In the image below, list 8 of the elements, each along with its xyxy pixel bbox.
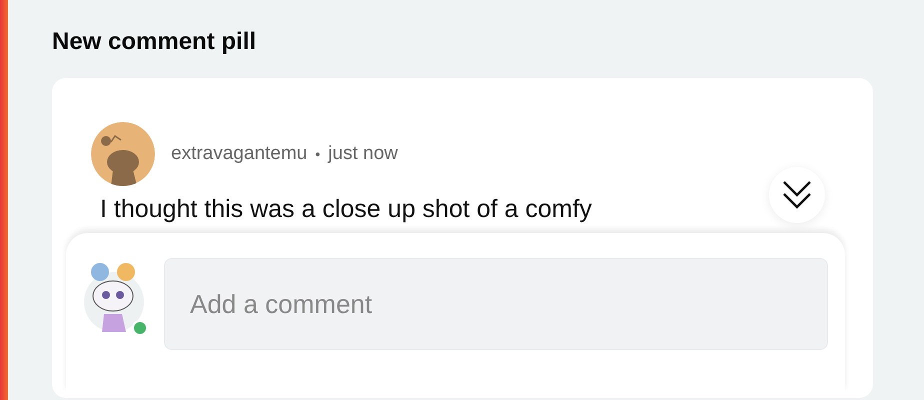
timestamp: just now <box>328 142 398 166</box>
double-chevron-down-icon <box>782 179 812 211</box>
section-title: New comment pill <box>52 27 258 57</box>
author-name[interactable]: extravagantemu <box>171 140 308 168</box>
comment-input-field[interactable]: Add a comment <box>164 258 828 350</box>
separator: • <box>315 144 320 164</box>
avatar-icon <box>91 122 155 186</box>
comment-text: I thought this was a close up shot of a comfy <box>100 194 592 224</box>
